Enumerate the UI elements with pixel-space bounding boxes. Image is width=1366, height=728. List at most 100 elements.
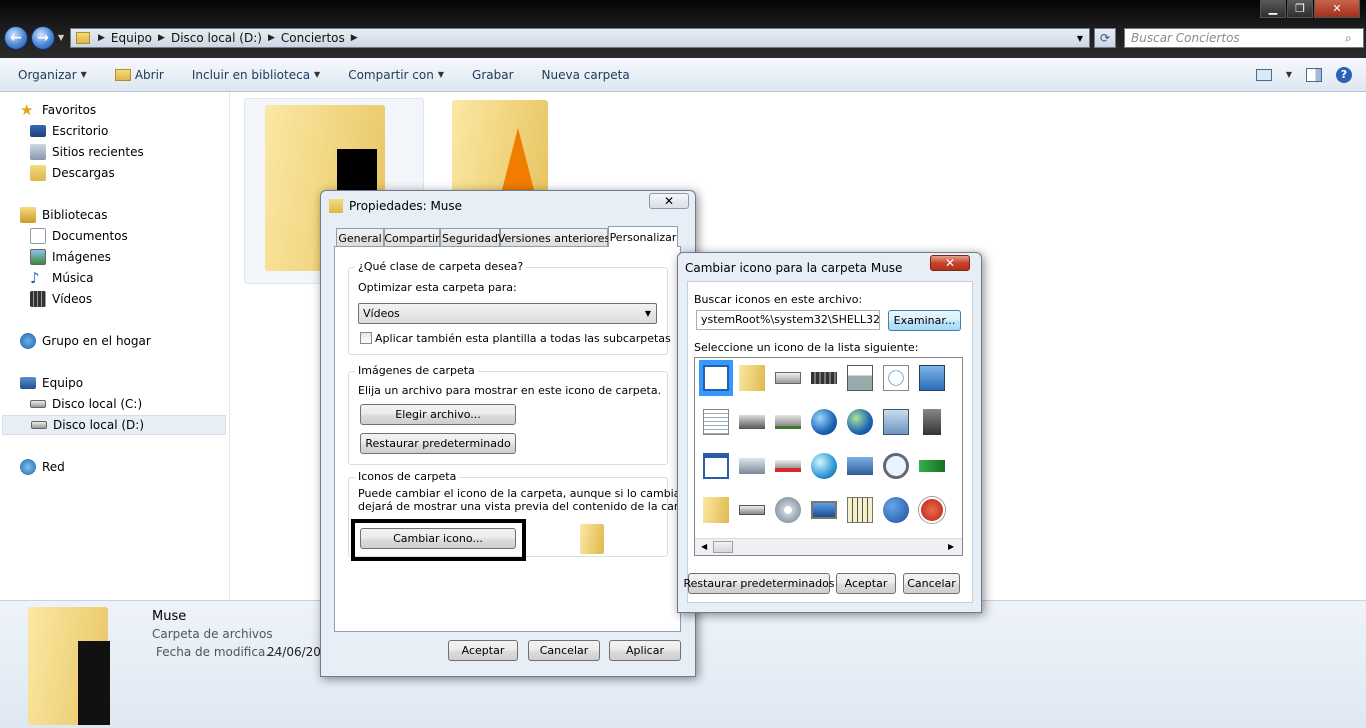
view-options-icon[interactable] — [1255, 68, 1272, 81]
change-icon-close-button[interactable]: ✕ — [930, 255, 970, 271]
caret-down-icon[interactable]: ▼ — [1286, 70, 1292, 79]
scroll-left-icon[interactable]: ◀ — [701, 542, 707, 551]
search-input[interactable]: Buscar Conciertos — [1124, 28, 1364, 48]
nav-escritorio[interactable]: Escritorio — [30, 121, 108, 141]
tab-general[interactable]: General — [336, 228, 384, 247]
tab-compartir[interactable]: Compartir — [384, 228, 440, 247]
minimize-button[interactable]: ▁ — [1260, 0, 1286, 18]
forward-button[interactable]: → — [31, 26, 55, 50]
nav-grupo-hogar[interactable]: Grupo en el hogar — [20, 331, 151, 351]
nav-sitios-recientes[interactable]: Sitios recientes — [30, 142, 144, 162]
breadcrumb-equipo[interactable]: Equipo — [105, 31, 158, 45]
chevron-right-icon[interactable]: ▶ — [351, 33, 358, 43]
icon-option[interactable] — [843, 404, 877, 440]
icon-option[interactable] — [807, 404, 841, 440]
organizar-menu[interactable]: Organizar ▼ — [0, 68, 101, 82]
nav-documentos[interactable]: Documentos — [30, 226, 128, 246]
restore-button[interactable]: ❐ — [1287, 0, 1313, 18]
preview-pane-icon[interactable] — [1306, 67, 1322, 82]
icon-option[interactable] — [699, 492, 733, 528]
properties-cancel-button[interactable]: Cancelar — [528, 640, 600, 661]
icon-option[interactable] — [735, 448, 769, 484]
icon-option[interactable] — [771, 492, 805, 528]
nav-disco-d[interactable]: Disco local (D:) — [2, 415, 226, 435]
optimize-select[interactable]: Vídeos ▼ — [358, 303, 657, 324]
properties-ok-button[interactable]: Aceptar — [448, 640, 518, 661]
icon-option[interactable] — [735, 404, 769, 440]
nav-imagenes[interactable]: Imágenes — [30, 247, 111, 267]
nav-musica[interactable]: ♪ Música — [30, 268, 94, 288]
icon-option[interactable] — [915, 360, 949, 396]
apply-subfolders-checkbox[interactable] — [360, 332, 372, 344]
back-button[interactable]: ← — [4, 26, 28, 50]
breadcrumb-disco-d[interactable]: Disco local (D:) — [165, 31, 268, 45]
address-dropdown-icon[interactable]: ▼ — [1077, 34, 1083, 43]
icon-option[interactable] — [807, 448, 841, 484]
icon-option[interactable] — [843, 360, 877, 396]
icon-list[interactable]: ◀ ▶ — [694, 357, 963, 556]
change-icon-cancel-button[interactable]: Cancelar — [903, 573, 960, 594]
incluir-biblioteca-menu[interactable]: Incluir en biblioteca ▼ — [178, 68, 334, 82]
compartir-con-menu[interactable]: Compartir con ▼ — [334, 68, 458, 82]
icon-option[interactable] — [771, 360, 805, 396]
icon-option[interactable] — [771, 404, 805, 440]
nav-videos[interactable]: Vídeos — [30, 289, 92, 309]
icon-option[interactable] — [807, 492, 841, 528]
nav-descargas[interactable]: Descargas — [30, 163, 115, 183]
nav-favoritos[interactable]: ★ Favoritos — [20, 100, 96, 120]
refresh-button[interactable]: ⟳ — [1094, 28, 1116, 48]
nueva-carpeta-button[interactable]: Nueva carpeta — [528, 68, 644, 82]
scrollbar-thumb[interactable] — [713, 541, 733, 553]
icon-option[interactable] — [951, 404, 962, 440]
icon-option[interactable] — [735, 492, 769, 528]
nav-equipo[interactable]: Equipo — [20, 373, 83, 393]
icon-option[interactable] — [843, 448, 877, 484]
tab-seguridad[interactable]: Seguridad — [440, 228, 500, 247]
restore-default-button[interactable]: Restaurar predeterminado — [360, 433, 516, 454]
icon-option[interactable] — [771, 448, 805, 484]
recent-pages-dropdown[interactable]: ▼ — [58, 33, 64, 42]
nav-red[interactable]: Red — [20, 457, 65, 477]
folder-tile-vlc[interactable] — [448, 98, 558, 196]
icon-option[interactable] — [951, 492, 962, 528]
restore-defaults-button[interactable]: Restaurar predeterminados — [683, 573, 835, 594]
icon-option[interactable] — [915, 404, 949, 440]
scroll-right-icon[interactable]: ▶ — [948, 542, 954, 551]
icon-option[interactable] — [699, 448, 733, 484]
chevron-right-icon[interactable]: ▶ — [268, 33, 275, 43]
nav-disco-c[interactable]: Disco local (C:) — [30, 394, 142, 414]
icon-option[interactable] — [699, 404, 733, 440]
icon-option[interactable] — [843, 492, 877, 528]
grabar-button[interactable]: Grabar — [458, 68, 528, 82]
icon-option[interactable] — [951, 360, 962, 396]
icon-option[interactable] — [807, 360, 841, 396]
address-bar[interactable]: ▶ Equipo ▶ Disco local (D:) ▶ Conciertos… — [70, 28, 1090, 48]
optimize-selected-value: Vídeos — [363, 307, 400, 320]
change-icon-button[interactable]: Cambiar icono... — [360, 528, 516, 549]
chevron-right-icon[interactable]: ▶ — [158, 33, 165, 43]
organizar-label: Organizar — [18, 67, 77, 82]
horizontal-scrollbar[interactable]: ◀ ▶ — [695, 538, 962, 555]
icon-option[interactable] — [735, 360, 769, 396]
help-icon[interactable]: ? — [1336, 66, 1352, 83]
browse-button[interactable]: Examinar... — [888, 310, 961, 331]
properties-apply-button[interactable]: Aplicar — [609, 640, 681, 661]
icon-option[interactable] — [699, 360, 733, 396]
abrir-button[interactable]: Abrir — [101, 68, 178, 82]
choose-file-button[interactable]: Elegir archivo... — [360, 404, 516, 425]
properties-close-button[interactable]: ✕ — [649, 193, 689, 209]
change-icon-ok-button[interactable]: Aceptar — [836, 573, 896, 594]
icon-option[interactable] — [915, 448, 949, 484]
nav-bibliotecas[interactable]: Bibliotecas — [20, 205, 107, 225]
icon-option[interactable] — [879, 404, 913, 440]
breadcrumb-conciertos[interactable]: Conciertos — [275, 31, 351, 45]
icon-option[interactable] — [879, 492, 913, 528]
tab-versiones-anteriores[interactable]: Versiones anteriores — [498, 228, 610, 247]
icon-file-input[interactable]: ystemRoot%\system32\SHELL32.dll — [696, 310, 880, 330]
icon-option[interactable] — [915, 492, 949, 528]
close-window-button[interactable]: ✕ — [1314, 0, 1360, 18]
icon-option[interactable] — [951, 448, 962, 484]
icon-option[interactable] — [879, 448, 913, 484]
icon-option[interactable] — [879, 360, 913, 396]
tab-personalizar[interactable]: Personalizar — [608, 226, 678, 247]
